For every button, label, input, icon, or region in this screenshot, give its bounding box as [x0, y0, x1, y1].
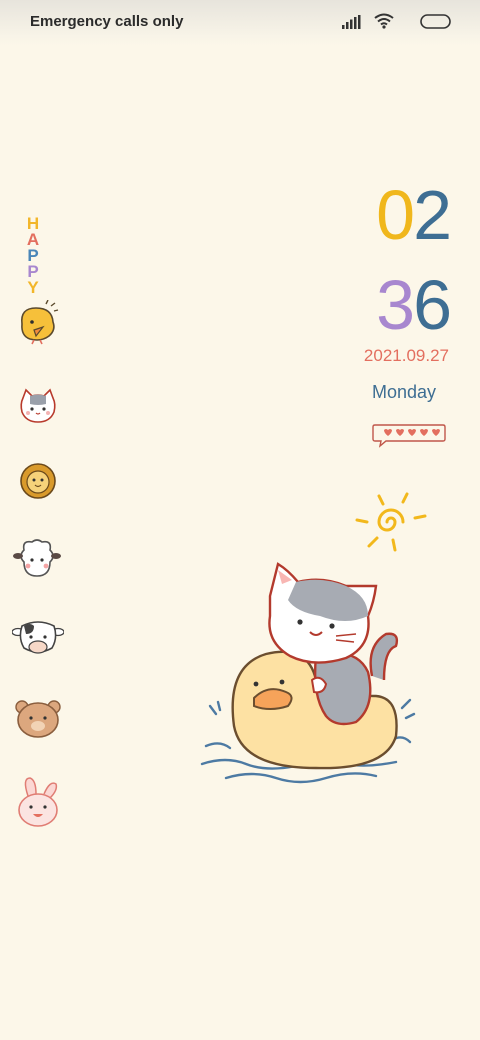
date-label[interactable]: 2021.09.27: [364, 346, 449, 366]
hour-digit: 2: [413, 176, 452, 254]
carrier-label: Emergency calls only: [30, 13, 184, 30]
cat-on-duck-illustration: [200, 562, 416, 784]
minute-digit: 6: [413, 266, 452, 344]
weekday-label: Monday: [371, 382, 436, 402]
bunny-sticker: [18, 777, 58, 827]
happy-letter: Y: [27, 278, 39, 297]
cow-sticker: [12, 621, 64, 654]
signal-icon: [342, 15, 361, 29]
chick-sticker: [20, 300, 59, 345]
hearts-bubble-icon: [372, 424, 446, 448]
cat-sticker: [20, 388, 56, 423]
status-icons: [312, 12, 452, 32]
wifi-icon: [374, 13, 394, 29]
sun-icon: [355, 492, 427, 552]
clock-minutes[interactable]: 36: [376, 270, 452, 340]
sheep-sticker: [13, 539, 61, 577]
hour-digit: 0: [376, 176, 415, 254]
clock-hours[interactable]: 02: [376, 180, 452, 250]
status-bar: Emergency calls only: [0, 0, 480, 46]
lion-sticker: [20, 463, 56, 499]
bear-sticker: [15, 700, 61, 738]
happy-vertical-text: H A P P Y: [22, 215, 44, 297]
minute-digit: 3: [376, 266, 415, 344]
battery-icon: [420, 14, 451, 29]
